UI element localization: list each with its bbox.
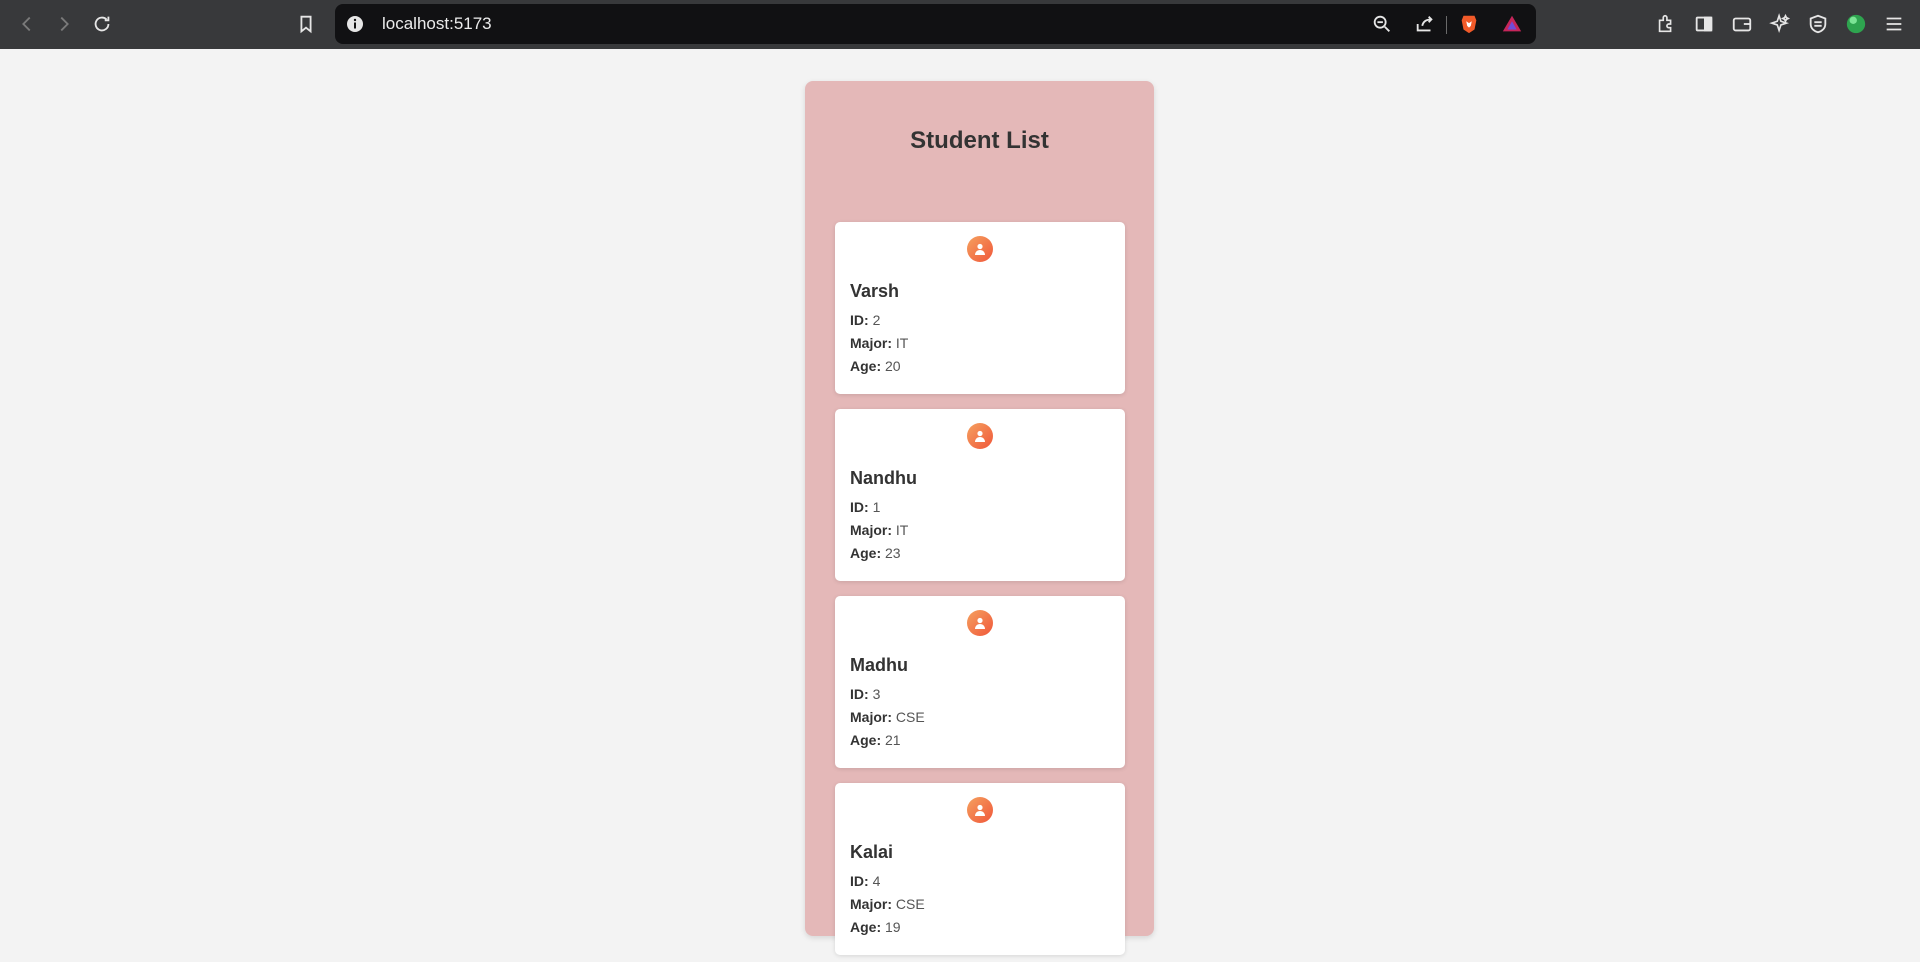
profile-icon[interactable]	[1844, 12, 1868, 36]
id-value: 4	[872, 873, 881, 889]
brave-shields-icon[interactable]	[1458, 13, 1480, 35]
id-value: 1	[872, 499, 881, 515]
wallet-icon[interactable]	[1730, 12, 1754, 36]
user-icon	[967, 236, 993, 262]
major-label: Major:	[850, 896, 892, 912]
student-age: Age: 20	[850, 358, 901, 374]
user-icon	[967, 797, 993, 823]
zoom-icon[interactable]	[1371, 13, 1393, 35]
age-label: Age:	[850, 545, 882, 561]
sidebar-icon[interactable]	[1692, 12, 1716, 36]
user-icon	[967, 610, 993, 636]
back-icon[interactable]	[15, 12, 39, 36]
student-id: ID: 1	[850, 499, 880, 515]
major-label: Major:	[850, 335, 892, 351]
id-label: ID:	[850, 686, 869, 702]
major-value: CSE	[895, 896, 925, 912]
student-age: Age: 23	[850, 545, 901, 561]
major-value: IT	[895, 522, 909, 538]
student-name: Nandhu	[850, 468, 917, 488]
student-id: ID: 2	[850, 312, 880, 328]
age-value: 23	[885, 545, 901, 561]
site-info-icon[interactable]	[345, 14, 365, 34]
student-id: ID: 3	[850, 686, 880, 702]
page-content: Student List Varsh ID: 2 Major: IT Age: …	[0, 49, 1920, 962]
id-label: ID:	[850, 499, 869, 515]
student-major: Major: IT	[850, 335, 908, 351]
age-label: Age:	[850, 919, 882, 935]
major-value: IT	[895, 335, 909, 351]
page-title: Student List	[910, 127, 1049, 154]
menu-icon[interactable]	[1882, 12, 1906, 36]
id-value: 3	[872, 686, 881, 702]
student-id: ID: 4	[850, 873, 880, 889]
major-value: CSE	[895, 709, 925, 725]
id-value: 2	[872, 312, 881, 328]
brave-rewards-icon[interactable]	[1501, 13, 1523, 35]
extensions-icon[interactable]	[1654, 12, 1678, 36]
id-label: ID:	[850, 873, 869, 889]
student-age: Age: 21	[850, 732, 901, 748]
major-label: Major:	[850, 709, 892, 725]
reload-icon[interactable]	[90, 12, 114, 36]
student-card: Kalai ID: 4 Major: CSE Age: 19	[835, 783, 1125, 955]
student-card: Nandhu ID: 1 Major: IT Age: 23	[835, 409, 1125, 581]
age-value: 20	[885, 358, 901, 374]
student-card: Varsh ID: 2 Major: IT Age: 20	[835, 222, 1125, 394]
student-age: Age: 19	[850, 919, 901, 935]
student-major: Major: IT	[850, 522, 908, 538]
student-card: Madhu ID: 3 Major: CSE Age: 21	[835, 596, 1125, 768]
vpn-shield-icon[interactable]	[1806, 12, 1830, 36]
student-name: Varsh	[850, 281, 900, 301]
age-label: Age:	[850, 732, 882, 748]
student-name: Madhu	[850, 655, 908, 675]
student-list-panel: Student List Varsh ID: 2 Major: IT Age: …	[805, 81, 1154, 955]
bookmark-icon[interactable]	[294, 12, 318, 36]
age-label: Age:	[850, 358, 882, 374]
major-label: Major:	[850, 522, 892, 538]
browser-toolbar: localhost:5173	[0, 0, 1920, 49]
id-label: ID:	[850, 312, 869, 328]
age-value: 21	[885, 732, 901, 748]
student-name: Kalai	[850, 842, 894, 862]
address-bar[interactable]: localhost:5173	[335, 4, 1536, 44]
user-icon	[967, 423, 993, 449]
student-major: Major: CSE	[850, 709, 925, 725]
divider	[1446, 16, 1447, 34]
share-icon[interactable]	[1414, 13, 1436, 35]
age-value: 19	[885, 919, 901, 935]
url-text[interactable]: localhost:5173	[382, 14, 492, 34]
forward-icon[interactable]	[52, 12, 76, 36]
leo-ai-icon[interactable]	[1768, 12, 1792, 36]
student-major: Major: CSE	[850, 896, 925, 912]
